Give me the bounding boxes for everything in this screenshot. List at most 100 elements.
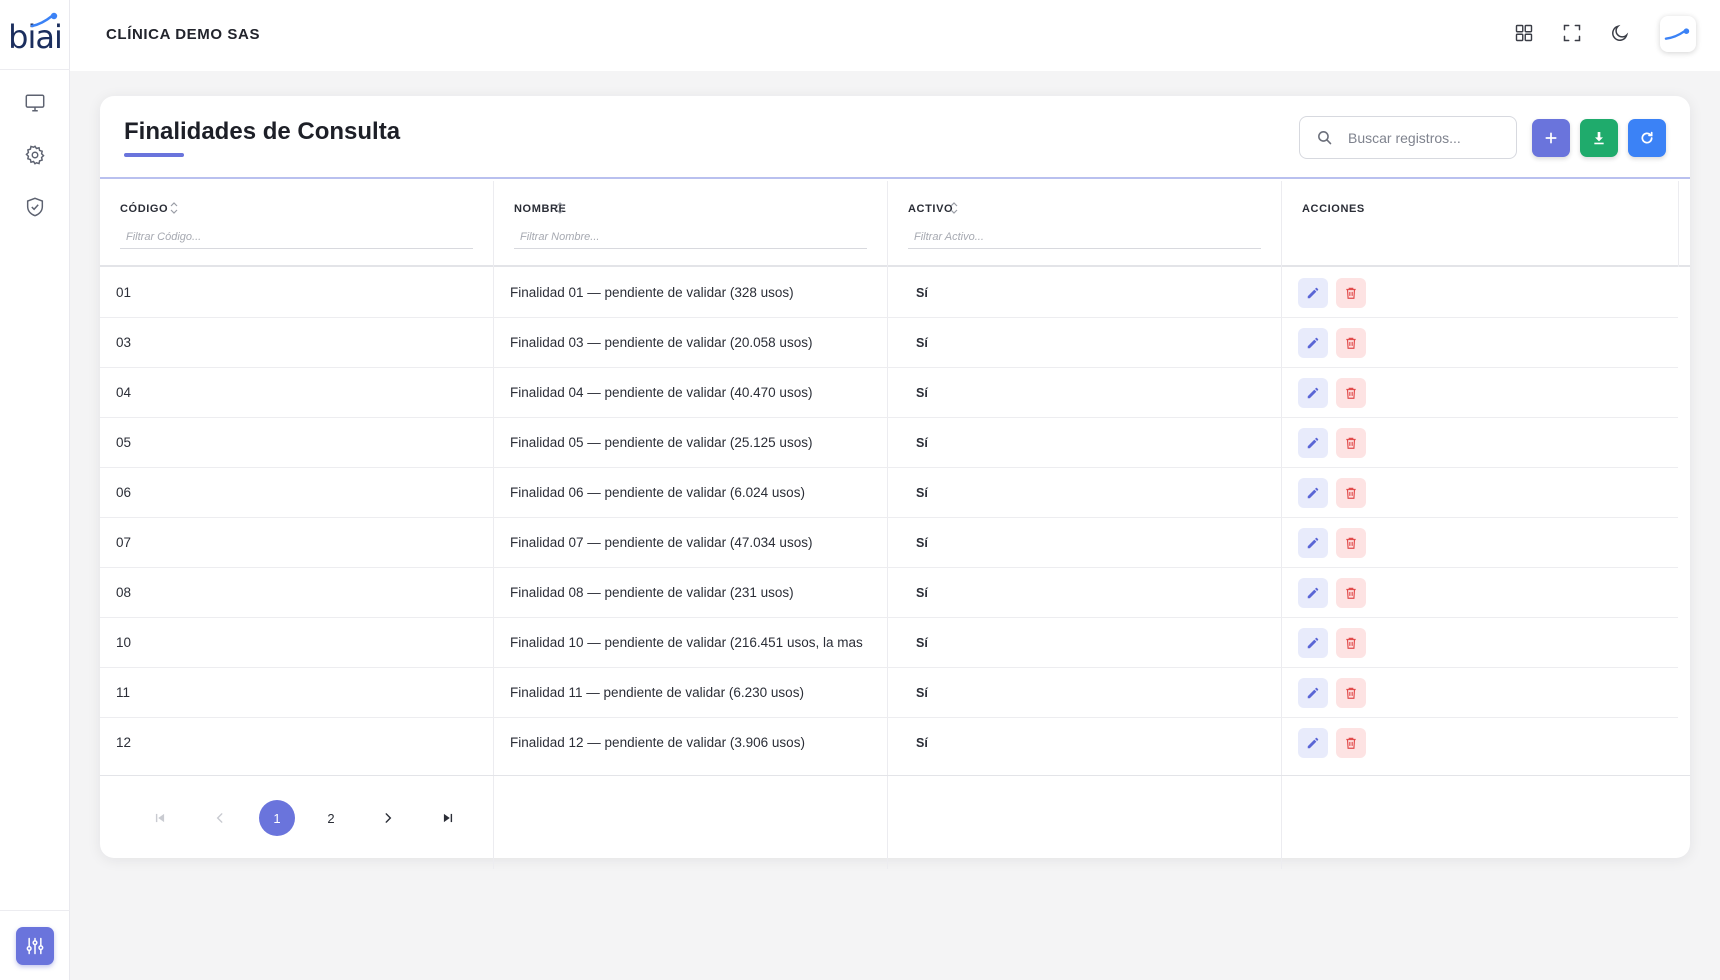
edit-button[interactable] bbox=[1298, 428, 1328, 458]
delete-button[interactable] bbox=[1336, 728, 1366, 758]
cell-name: Finalidad 06 — pendiente de validar (6.0… bbox=[510, 485, 805, 500]
filter-activo-input[interactable] bbox=[908, 225, 1261, 249]
refresh-button[interactable] bbox=[1628, 119, 1666, 157]
delete-button[interactable] bbox=[1336, 378, 1366, 408]
delete-button[interactable] bbox=[1336, 528, 1366, 558]
pencil-icon bbox=[1307, 537, 1319, 549]
edit-button[interactable] bbox=[1298, 478, 1328, 508]
cell-code: 11 bbox=[116, 685, 131, 700]
table-footer-divider bbox=[100, 775, 1690, 776]
delete-button[interactable] bbox=[1336, 278, 1366, 308]
sort-icon[interactable] bbox=[950, 201, 958, 215]
cell-code: 10 bbox=[116, 635, 132, 650]
last-page-button[interactable] bbox=[430, 800, 466, 836]
fullscreen-button[interactable] bbox=[1557, 18, 1587, 48]
edit-button[interactable] bbox=[1298, 278, 1328, 308]
table-row: 01 Finalidad 01 — pendiente de validar (… bbox=[100, 268, 1678, 318]
cell-name: Finalidad 04 — pendiente de validar (40.… bbox=[510, 385, 813, 400]
pencil-icon bbox=[1307, 637, 1319, 649]
cell-active: Sí bbox=[916, 636, 928, 650]
page-button-2[interactable]: 2 bbox=[313, 800, 349, 836]
table-row: 10 Finalidad 10 — pendiente de validar (… bbox=[100, 618, 1678, 668]
cell-code: 04 bbox=[116, 385, 132, 400]
delete-button[interactable] bbox=[1336, 578, 1366, 608]
delete-button[interactable] bbox=[1336, 428, 1366, 458]
refresh-icon bbox=[1641, 131, 1653, 144]
fullscreen-icon bbox=[1563, 24, 1581, 42]
delete-button[interactable] bbox=[1336, 478, 1366, 508]
apps-button[interactable] bbox=[1509, 18, 1539, 48]
prev-page-button[interactable] bbox=[202, 800, 238, 836]
edit-button[interactable] bbox=[1298, 728, 1328, 758]
table-row: 08 Finalidad 08 — pendiente de validar (… bbox=[100, 568, 1678, 618]
monitor-icon bbox=[25, 94, 45, 112]
sidebar-item-settings[interactable] bbox=[20, 140, 50, 170]
sidebar-item-security[interactable] bbox=[20, 192, 50, 222]
table-row: 12 Finalidad 12 — pendiente de validar (… bbox=[100, 718, 1678, 768]
cell-code: 05 bbox=[116, 435, 132, 450]
edit-button[interactable] bbox=[1298, 528, 1328, 558]
pencil-icon bbox=[1307, 387, 1319, 399]
table-header: CÓDIGO NOMBRE ACTIVO ACCIONES bbox=[100, 181, 1690, 267]
sort-icon[interactable] bbox=[170, 201, 178, 215]
edit-button[interactable] bbox=[1298, 328, 1328, 358]
cell-active: Sí bbox=[916, 686, 928, 700]
edit-button[interactable] bbox=[1298, 378, 1328, 408]
edit-button[interactable] bbox=[1298, 628, 1328, 658]
column-header-nombre: NOMBRE bbox=[494, 181, 887, 267]
column-label-activo[interactable]: ACTIVO bbox=[908, 203, 953, 215]
clinic-name: CLÍNICA DEMO SAS bbox=[106, 26, 261, 43]
trash-icon bbox=[1346, 337, 1356, 349]
edit-button[interactable] bbox=[1298, 678, 1328, 708]
cell-code: 08 bbox=[116, 585, 132, 600]
trash-icon bbox=[1346, 487, 1356, 499]
cell-active: Sí bbox=[916, 736, 928, 750]
filter-codigo-input[interactable] bbox=[120, 225, 473, 249]
delete-button[interactable] bbox=[1336, 678, 1366, 708]
logo[interactable]: biai bbox=[0, 0, 70, 70]
gear-icon bbox=[25, 145, 45, 165]
next-page-button[interactable] bbox=[370, 800, 406, 836]
theme-toggle-button[interactable] bbox=[1605, 18, 1635, 48]
sort-icon[interactable] bbox=[556, 201, 564, 215]
edit-button[interactable] bbox=[1298, 578, 1328, 608]
sidebar-item-monitor[interactable] bbox=[20, 88, 50, 118]
filter-nombre-input[interactable] bbox=[514, 225, 867, 249]
cell-name: Finalidad 05 — pendiente de validar (25.… bbox=[510, 435, 813, 450]
download-icon bbox=[1594, 132, 1604, 145]
delete-button[interactable] bbox=[1336, 328, 1366, 358]
chevron-right-icon bbox=[385, 813, 392, 823]
cell-active: Sí bbox=[916, 486, 928, 500]
export-button[interactable] bbox=[1580, 119, 1618, 157]
main-card: Finalidades de Consulta CÓDIGO bbox=[100, 96, 1690, 869]
logo-swoosh-icon bbox=[30, 12, 58, 28]
table-row: 03 Finalidad 03 — pendiente de validar (… bbox=[100, 318, 1678, 368]
search-input[interactable] bbox=[1348, 125, 1508, 151]
delete-button[interactable] bbox=[1336, 628, 1366, 658]
first-page-button[interactable] bbox=[142, 800, 178, 836]
shield-check-icon bbox=[26, 197, 44, 217]
first-page-icon bbox=[155, 813, 165, 823]
trash-icon bbox=[1346, 737, 1356, 749]
cell-name: Finalidad 03 — pendiente de validar (20.… bbox=[510, 335, 813, 350]
column-label-codigo[interactable]: CÓDIGO bbox=[120, 203, 168, 215]
avatar[interactable] bbox=[1660, 16, 1696, 52]
cell-active: Sí bbox=[916, 386, 928, 400]
table-row: 05 Finalidad 05 — pendiente de validar (… bbox=[100, 418, 1678, 468]
add-button[interactable] bbox=[1532, 119, 1570, 157]
cell-name: Finalidad 11 — pendiente de validar (6.2… bbox=[510, 685, 804, 700]
table-row: 06 Finalidad 06 — pendiente de validar (… bbox=[100, 468, 1678, 518]
trash-icon bbox=[1346, 537, 1356, 549]
trash-icon bbox=[1346, 437, 1356, 449]
moon-icon bbox=[1612, 24, 1629, 41]
pencil-icon bbox=[1307, 337, 1319, 349]
page-button-1[interactable]: 1 bbox=[259, 800, 295, 836]
title-underline bbox=[124, 153, 184, 157]
cell-code: 07 bbox=[116, 535, 132, 550]
table-row: 11 Finalidad 11 — pendiente de validar (… bbox=[100, 668, 1678, 718]
cell-code: 12 bbox=[116, 735, 132, 750]
customizer-button[interactable] bbox=[16, 927, 54, 965]
chevron-left-icon bbox=[216, 813, 223, 823]
column-divider bbox=[1678, 181, 1679, 267]
column-label-acciones: ACCIONES bbox=[1302, 203, 1365, 215]
